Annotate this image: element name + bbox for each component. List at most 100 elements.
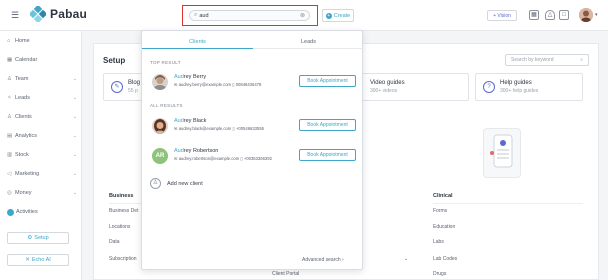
setup-button[interactable]: ⚙ Setup (7, 232, 69, 244)
name-rest: rey Berry (183, 74, 207, 80)
sidebar-item-home[interactable]: ⌂ Home (7, 36, 77, 46)
home-icon: ⌂ (7, 38, 11, 44)
sidebar-item-label: Money (15, 190, 32, 196)
result-phone: 00846435478 (235, 82, 262, 87)
keyword-search-placeholder: Search by keyword (511, 57, 554, 63)
calendar-icon[interactable]: ▦ (529, 10, 539, 20)
sidebar-item-leads[interactable]: ✧ Leads ⌄ (7, 93, 77, 103)
leads-icon: ✧ (7, 95, 12, 101)
analytics-icon: ▤ (7, 133, 13, 139)
card-subtitle: 300+ help guides (500, 88, 539, 94)
mail-icon: ✉ (174, 126, 178, 131)
keyword-search-input[interactable]: Search by keyword ⌕ (505, 54, 589, 66)
sidebar-item-calendar[interactable]: ▦ Calendar (7, 55, 77, 65)
business-item[interactable]: Subscription (109, 256, 137, 262)
avatar (152, 118, 168, 134)
brand-name: Pabau (50, 7, 88, 21)
name-match: Aud (174, 148, 184, 154)
card-video-guides[interactable]: Video guides 300+ videos (345, 73, 469, 101)
add-new-client-button[interactable]: ♙ Add new client (150, 178, 203, 189)
clinical-item[interactable]: Drugs (433, 271, 446, 277)
echo-ai-button[interactable]: ✕ Echo AI (7, 254, 69, 266)
name-match: Aud (174, 118, 184, 124)
sidebar-item-marketing[interactable]: ◁ Marketing ⌄ (7, 169, 77, 179)
chevron-down-icon: ⌄ (72, 190, 77, 196)
result-contact: ✉ audrey.berry@example.com ▯ 00846435478 (174, 82, 261, 87)
search-icon: ⌕ (580, 57, 583, 63)
result-row[interactable]: Audrey Black ✉ audrey.black@example.com … (152, 115, 356, 137)
sidebar-item-label: Team (15, 76, 29, 82)
sidebar-item-label: Analytics (15, 133, 38, 139)
pabau-logo[interactable]: Pabau (30, 6, 87, 22)
chevron-down-icon: ⌄ (72, 133, 77, 139)
help-icon: ? (483, 81, 495, 93)
tab-leads[interactable]: Leads (253, 35, 364, 49)
chevron-down-icon[interactable]: ▾ (595, 12, 598, 18)
section-label-all-results: ALL RESULTS (150, 103, 183, 108)
sidebar-item-label: Leads (15, 95, 30, 101)
sidebar-item-label: Home (15, 38, 30, 44)
sidebar-item-money[interactable]: ◎ Money ⌄ (7, 188, 77, 198)
clinical-item[interactable]: Education (433, 224, 455, 230)
sidebar-item-stock[interactable]: ▥ Stock ⌄ (7, 150, 77, 160)
clear-icon[interactable]: ⊗ (300, 12, 305, 19)
calendar-icon: ▦ (7, 57, 13, 63)
result-contact: ✉ audrey.robertson@example.com ▯ +003533… (174, 156, 272, 161)
phone-icon: ▯ (240, 156, 243, 161)
book-appointment-button[interactable]: Book Appointment (299, 119, 356, 131)
sidebar-item-activities[interactable]: Activities (7, 207, 77, 217)
business-item[interactable]: Data (109, 239, 120, 245)
add-client-label: Add new client (167, 180, 203, 187)
chevron-down-icon[interactable]: ⌄ (404, 256, 408, 262)
chat-icon[interactable]: □ (559, 10, 569, 20)
create-button[interactable]: + Create (322, 9, 354, 22)
activities-icon (7, 208, 14, 216)
vision-button[interactable]: + Vision (487, 10, 517, 21)
team-icon: ♙ (7, 76, 12, 82)
top-bar: ☰ Pabau ⌕ aud ⊗ + Create + Vision ▦ △ □ … (0, 0, 608, 31)
hamburger-icon[interactable]: ☰ (11, 10, 19, 21)
result-email: audrey.black@example.com (178, 126, 232, 131)
result-row-top[interactable]: Audrey Berry ✉ audrey.berry@example.com … (152, 71, 356, 93)
search-input[interactable]: ⌕ aud ⊗ (189, 10, 310, 21)
user-avatar[interactable] (579, 8, 593, 22)
chevron-down-icon: ⌄ (72, 114, 77, 120)
setup-label: Setup (34, 235, 49, 241)
sidebar-item-label: Clients (15, 114, 32, 120)
card-subtitle: 300+ videos (370, 88, 398, 94)
search-icon: ⌕ (194, 12, 198, 18)
sidebar-item-team[interactable]: ♙ Team ⌄ (7, 74, 77, 84)
advanced-search-link[interactable]: Advanced search › (302, 257, 344, 263)
mail-icon: ✉ (174, 82, 178, 87)
card-title: Help guides (500, 80, 532, 86)
card-help-guides[interactable]: ? Help guides 300+ help guides (475, 73, 583, 101)
business-item[interactable]: Locations (109, 224, 130, 230)
sidebar-item-label: Calendar (15, 57, 38, 63)
book-appointment-button[interactable]: Book Appointment (299, 75, 356, 87)
card-subtitle: 55 p (128, 88, 138, 94)
plus-icon: + (325, 12, 332, 19)
business-title: Business (109, 193, 134, 199)
chevron-right-icon: › (342, 257, 344, 263)
advanced-search-label: Advanced search (302, 257, 341, 263)
book-appointment-button[interactable]: Book Appointment (299, 149, 356, 161)
stock-icon: ▥ (7, 152, 13, 158)
search-results-dropdown: Clients Leads TOP RESULT Audrey Berry ✉ … (141, 30, 364, 270)
tab-clients[interactable]: Clients (142, 35, 253, 49)
sidebar-item-label: Marketing (15, 171, 40, 177)
clinical-item[interactable]: Lab Codes (433, 256, 457, 262)
clinical-item[interactable]: Labs (433, 239, 444, 245)
clinical-title: Clinical (433, 193, 453, 199)
result-email: audrey.robertson@example.com (178, 156, 240, 161)
pencil-icon: ✎ (111, 81, 123, 93)
result-row[interactable]: AR Audrey Robertson ✉ audrey.robertson@e… (152, 145, 356, 167)
business-item[interactable]: Business Det (109, 208, 138, 214)
name-match: Aud (174, 74, 184, 80)
bell-icon[interactable]: △ (545, 10, 555, 20)
sidebar-item-label: Activities (16, 209, 38, 215)
avatar-photo (152, 118, 168, 134)
sidebar-item-clients[interactable]: ♙ Clients ⌄ (7, 112, 77, 122)
clinical-item[interactable]: Forms (433, 208, 447, 214)
middle-item[interactable]: Client Portal (272, 271, 299, 277)
sidebar-item-analytics[interactable]: ▤ Analytics ⌄ (7, 131, 77, 141)
